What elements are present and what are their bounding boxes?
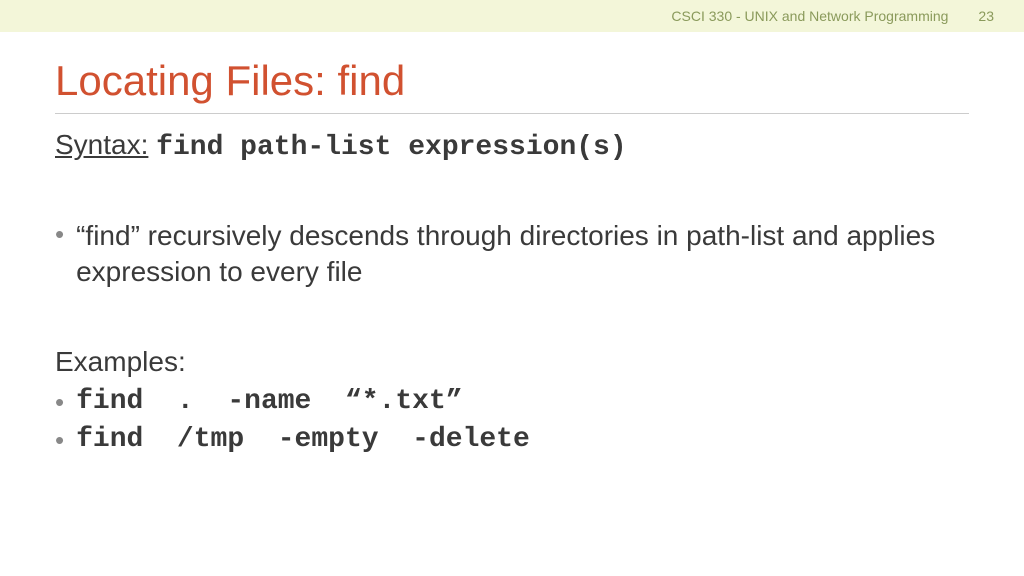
bullet-marker-icon: •	[55, 218, 64, 252]
syntax-label: Syntax:	[55, 129, 148, 160]
example-item: • find /tmp -empty -delete	[55, 424, 969, 458]
bullet-marker-icon: •	[55, 424, 64, 458]
slide-content: Locating Files: find Syntax: find path-l…	[0, 32, 1024, 457]
syntax-command: find path-list expression(s)	[156, 132, 626, 163]
syntax-line: Syntax: find path-list expression(s)	[55, 129, 969, 163]
slide-title: Locating Files: find	[55, 57, 969, 114]
bullet-text: “find” recursively descends through dire…	[76, 218, 969, 291]
example-code: find . -name “*.txt”	[76, 386, 462, 417]
slide-header: CSCI 330 - UNIX and Network Programming …	[0, 0, 1024, 32]
bullet-marker-icon: •	[55, 386, 64, 420]
course-label: CSCI 330 - UNIX and Network Programming	[671, 8, 948, 24]
examples-label: Examples:	[55, 346, 969, 378]
bullet-item: • “find” recursively descends through di…	[55, 218, 969, 291]
example-code: find /tmp -empty -delete	[76, 424, 530, 455]
page-number: 23	[978, 8, 994, 24]
example-item: • find . -name “*.txt”	[55, 386, 969, 420]
